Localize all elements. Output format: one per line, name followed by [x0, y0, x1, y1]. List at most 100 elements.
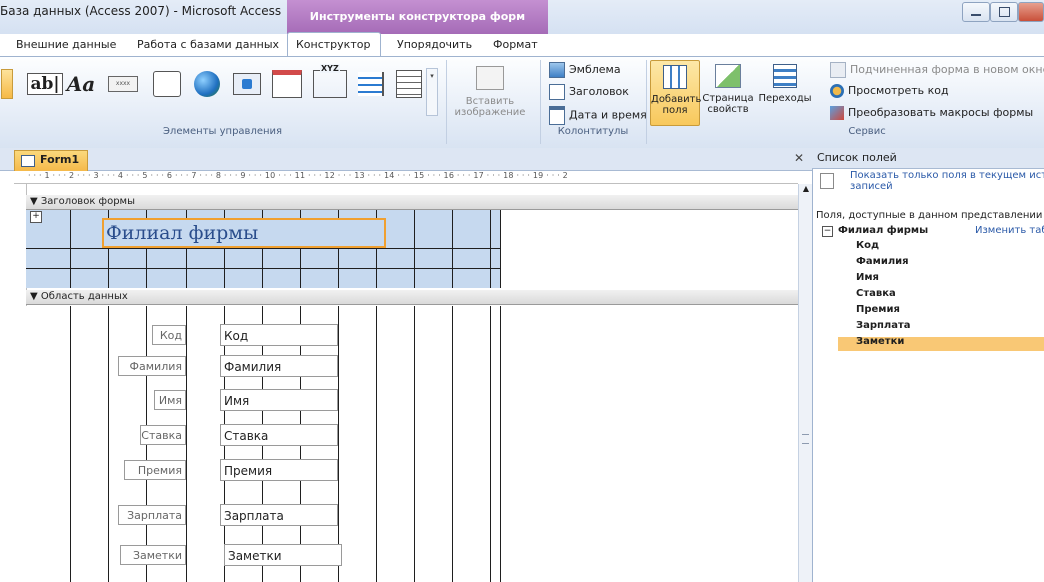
- available-fields-label: Поля, доступные в данном представлении: [816, 210, 1043, 221]
- web-browser-icon: [233, 73, 261, 95]
- field-list-item[interactable]: Фамилия: [856, 256, 909, 267]
- grid-line: [490, 306, 491, 582]
- close-window-button[interactable]: [1018, 2, 1044, 22]
- grid-line: [414, 306, 415, 582]
- title-button[interactable]: Заголовок: [549, 84, 629, 100]
- textbox-control-button[interactable]: ab|: [27, 66, 63, 102]
- field-list-title: Список полей: [817, 151, 897, 164]
- property-sheet-label-2: свойств: [707, 104, 749, 115]
- field-list-item[interactable]: Имя: [856, 272, 879, 283]
- restore-button[interactable]: [990, 2, 1018, 22]
- convert-macros-button[interactable]: Преобразовать макросы формы: [830, 106, 1033, 120]
- combo-box-control-button[interactable]: [392, 66, 426, 102]
- controls-group-label: Элементы управления: [162, 126, 283, 137]
- field-label[interactable]: Код: [152, 325, 186, 345]
- field-textbox[interactable]: Заметки: [224, 544, 342, 566]
- grid-line: [452, 306, 453, 582]
- field-label[interactable]: Премия: [124, 460, 186, 480]
- form-title-label[interactable]: Филиал фирмы: [102, 218, 386, 248]
- grid-line: [186, 306, 187, 582]
- controls-gallery-scroll[interactable]: ▾: [426, 68, 438, 116]
- show-only-link[interactable]: Показать только поля в текущем исто запи…: [850, 170, 1044, 192]
- table-name: Филиал фирмы: [838, 225, 929, 236]
- restore-icon: [999, 7, 1010, 17]
- chevron-left-icon[interactable]: [0, 66, 14, 102]
- horizontal-ruler: · · · 1 · · · 2 · · · 3 · · · 4 · · · 5 …: [14, 171, 798, 184]
- hyperlink-control-button[interactable]: [190, 66, 224, 102]
- tab-control-button[interactable]: [150, 66, 184, 102]
- subform-new-window-button[interactable]: Подчиненная форма в новом окне: [830, 62, 1044, 78]
- field-list-item[interactable]: Ставка: [856, 288, 896, 299]
- insert-image-button[interactable]: Вставить изображение: [447, 60, 533, 126]
- subform-icon: [830, 62, 846, 78]
- subform-new-window-label: Подчиненная форма в новом окне: [850, 63, 1044, 76]
- window-title: База данных (Access 2007) - Microsoft Ac…: [0, 4, 282, 18]
- button-control-button[interactable]: xxxx: [106, 66, 140, 102]
- calendar-icon: [549, 106, 565, 125]
- document-tab-label: Form1: [40, 153, 80, 166]
- field-textbox[interactable]: Ставка: [220, 424, 338, 446]
- grid-line: [452, 210, 453, 288]
- grid-line: [70, 210, 71, 288]
- property-sheet-button[interactable]: Страница свойств: [700, 60, 756, 124]
- view-code-label: Просмотреть код: [848, 84, 949, 97]
- tab-constructor[interactable]: Конструктор: [296, 34, 370, 56]
- detail-section-bar[interactable]: ▼ Область данных: [26, 290, 798, 305]
- code-icon: [830, 84, 844, 98]
- page-break-control-button[interactable]: [354, 66, 388, 102]
- vertical-scrollbar[interactable]: ▲: [798, 184, 813, 582]
- field-list-header: Список полей: [812, 148, 1044, 169]
- field-textbox[interactable]: Фамилия: [220, 355, 338, 377]
- field-textbox[interactable]: Премия: [220, 459, 338, 481]
- globe-icon: [194, 71, 220, 97]
- field-textbox[interactable]: Зарплата: [220, 504, 338, 526]
- tab-format[interactable]: Формат: [493, 34, 538, 56]
- group-separator: [646, 60, 647, 144]
- logo-button[interactable]: Эмблема: [549, 62, 621, 78]
- field-list-item[interactable]: Код: [856, 240, 879, 251]
- date-time-button[interactable]: Дата и время: [549, 106, 647, 125]
- field-label[interactable]: Имя: [154, 390, 186, 410]
- transitions-label: Переходы: [758, 93, 812, 104]
- collapse-icon[interactable]: −: [822, 226, 833, 237]
- field-label[interactable]: Зарплата: [118, 505, 186, 525]
- close-document-icon[interactable]: ✕: [794, 151, 804, 165]
- property-sheet-label-1: Страница: [702, 93, 754, 104]
- grid-line: [414, 210, 415, 288]
- document-tab-row: [0, 148, 812, 171]
- logo-label: Эмблема: [569, 63, 621, 76]
- web-browser-control-button[interactable]: [230, 66, 264, 102]
- tab-external-data[interactable]: Внешние данные: [16, 34, 116, 56]
- field-list-item[interactable]: Премия: [856, 304, 900, 315]
- button-control-icon: xxxx: [108, 76, 138, 92]
- field-list-item[interactable]: Зарплата: [856, 320, 911, 331]
- option-group-icon: XYZ: [313, 64, 347, 98]
- insert-image-label-2: изображение: [454, 107, 526, 118]
- label-icon: Aa: [66, 72, 96, 96]
- service-group-label: Сервис: [848, 126, 886, 137]
- navigation-control-button[interactable]: [270, 66, 304, 102]
- field-list-item[interactable]: Заметки: [856, 336, 904, 347]
- add-fields-button[interactable]: Добавить поля: [650, 60, 701, 126]
- date-time-label: Дата и время: [569, 108, 647, 122]
- minimize-button[interactable]: [962, 2, 990, 22]
- field-textbox[interactable]: Код: [220, 324, 338, 346]
- edit-table-link[interactable]: Изменить таб: [975, 225, 1044, 236]
- add-fields-label-2: поля: [662, 105, 688, 116]
- tab-database-tools[interactable]: Работа с базами данных: [137, 34, 279, 56]
- form-header-section-bar[interactable]: ▼ Заголовок формы: [26, 195, 798, 210]
- field-label[interactable]: Заметки: [120, 545, 186, 565]
- field-label[interactable]: Фамилия: [118, 356, 186, 376]
- view-code-button[interactable]: Просмотреть код: [830, 84, 949, 98]
- image-icon: [476, 66, 504, 90]
- convert-macros-icon: [830, 106, 844, 120]
- label-control-button[interactable]: Aa: [64, 66, 98, 102]
- combo-box-icon: [396, 70, 422, 98]
- insert-image-label-1: Вставить: [465, 96, 515, 107]
- layout-move-handle[interactable]: +: [30, 211, 42, 223]
- tab-arrange[interactable]: Упорядочить: [397, 34, 472, 56]
- field-label[interactable]: Ставка: [140, 425, 186, 445]
- transitions-button[interactable]: Переходы: [758, 60, 812, 124]
- field-textbox[interactable]: Имя: [220, 389, 338, 411]
- option-group-control-button[interactable]: XYZ: [310, 64, 350, 102]
